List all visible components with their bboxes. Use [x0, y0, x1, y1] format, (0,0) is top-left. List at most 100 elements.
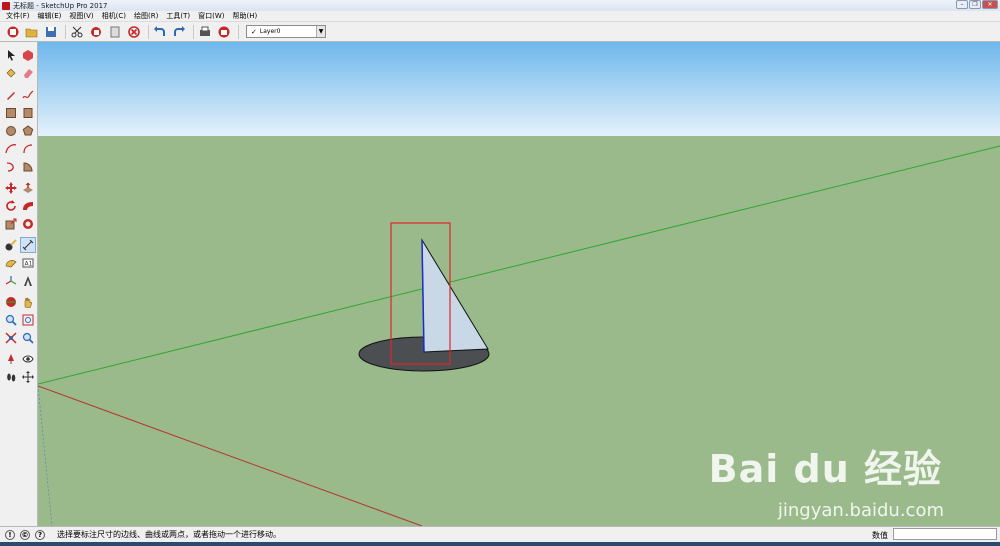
help-icon[interactable]: ? — [35, 529, 45, 540]
text-tool[interactable]: A1 — [20, 255, 36, 271]
close-button[interactable]: ✕ — [982, 0, 998, 9]
menu-draw[interactable]: 绘图(R) — [130, 11, 162, 21]
minimize-button[interactable]: – — [956, 0, 968, 9]
erase-button[interactable] — [126, 24, 142, 40]
polygon-tool[interactable] — [20, 123, 36, 139]
dimension-tool[interactable] — [20, 237, 36, 253]
pan-tool[interactable] — [20, 294, 36, 310]
status-bar: ! © ? 选择要标注尺寸的边线、曲线或两点，或者拖动一个进行移动。 数值 — [0, 526, 1000, 542]
previous-view-tool[interactable] — [20, 330, 36, 346]
pie-icon — [23, 162, 33, 172]
measurements-input[interactable] — [893, 528, 997, 540]
save-icon — [46, 26, 56, 37]
measurements-label: 数值 — [872, 531, 888, 540]
restore-button[interactable]: ❐ — [969, 0, 981, 9]
toolbar-separator — [148, 24, 149, 39]
orbit-tool[interactable] — [3, 294, 19, 310]
two-point-arc-icon — [23, 144, 33, 154]
layer-value: Layer0 — [259, 28, 281, 35]
new-model-button[interactable] — [5, 24, 21, 40]
paste-button[interactable] — [107, 24, 123, 40]
rotated-rectangle-tool[interactable] — [20, 105, 36, 121]
zoom-extents-tool[interactable] — [3, 330, 19, 346]
offset-tool[interactable] — [20, 216, 36, 232]
tools-toolbar: A1 — [0, 42, 38, 526]
layer-check-icon: ✓ — [251, 27, 257, 36]
window-title: 无标题 - SketchUp Pro 2017 — [13, 1, 108, 10]
3d-text-icon — [24, 276, 32, 286]
3d-text-tool[interactable] — [20, 273, 36, 289]
walk-tool[interactable] — [3, 369, 19, 385]
open-folder-icon — [25, 28, 38, 37]
model-info-icon — [218, 26, 230, 37]
menu-tools[interactable]: 工具(T) — [162, 11, 194, 21]
menu-help[interactable]: 帮助(H) — [228, 11, 261, 21]
follow-me-tool[interactable] — [20, 198, 36, 214]
rectangle-tool[interactable] — [3, 105, 19, 121]
credits-icon[interactable]: © — [20, 529, 30, 540]
text-icon: A1 — [22, 258, 34, 268]
pie-tool[interactable] — [20, 159, 36, 175]
freehand-tool[interactable] — [20, 87, 36, 103]
geo-location-icon[interactable]: ! — [5, 529, 15, 540]
select-tool[interactable] — [3, 47, 19, 63]
section-plane-tool[interactable] — [20, 369, 36, 385]
open-button[interactable] — [24, 24, 40, 40]
push-pull-tool[interactable] — [20, 180, 36, 196]
rotate-tool[interactable] — [3, 198, 19, 214]
menu-file[interactable]: 文件(F) — [2, 11, 34, 21]
zoom-window-tool[interactable] — [20, 312, 36, 328]
main-toolbar: ✓ Layer0 ▼ — [0, 22, 1000, 42]
push-pull-icon — [23, 182, 33, 193]
pencil-icon — [7, 92, 15, 100]
svg-text:A1: A1 — [25, 261, 33, 268]
status-hint: 选择要标注尺寸的边线、曲线或两点，或者拖动一个进行移动。 — [57, 530, 281, 539]
layer-dropdown[interactable]: ✓ Layer0 ▼ — [246, 25, 326, 38]
three-point-arc-tool[interactable] — [3, 159, 19, 175]
eraser-tool[interactable] — [20, 65, 36, 81]
toolbar-separator — [193, 24, 194, 39]
position-camera-tool[interactable] — [3, 351, 19, 367]
protractor-tool[interactable] — [3, 255, 19, 271]
cut-button[interactable] — [69, 24, 85, 40]
undo-icon — [154, 25, 165, 36]
scale-tool[interactable] — [3, 216, 19, 232]
menu-camera[interactable]: 相机(C) — [98, 11, 130, 21]
title-bar: 无标题 - SketchUp Pro 2017 – ❐ ✕ — [0, 0, 1000, 11]
copy-button[interactable] — [88, 24, 104, 40]
toolbar-separator — [238, 24, 239, 39]
modeling-viewport[interactable]: Bai du 经验 jingyan.baidu.com — [38, 42, 1000, 526]
print-button[interactable] — [197, 24, 213, 40]
undo-button[interactable] — [152, 24, 168, 40]
section-plane-icon — [22, 371, 34, 383]
pan-hand-icon — [24, 297, 33, 308]
model-info-button[interactable] — [216, 24, 232, 40]
make-component-tool[interactable] — [20, 47, 36, 63]
menu-window[interactable]: 窗口(W) — [194, 11, 228, 21]
position-camera-icon — [8, 354, 14, 364]
rotate-icon — [6, 200, 16, 211]
axes-tool[interactable] — [3, 273, 19, 289]
line-tool[interactable] — [3, 87, 19, 103]
paint-bucket-tool[interactable] — [3, 65, 19, 81]
redo-button[interactable] — [171, 24, 187, 40]
menu-view[interactable]: 视图(V) — [65, 11, 97, 21]
tape-measure-tool[interactable] — [3, 237, 19, 253]
dimension-icon — [22, 239, 34, 251]
chevron-down-icon[interactable]: ▼ — [316, 26, 325, 37]
tape-measure-icon — [5, 239, 17, 251]
offset-icon — [23, 219, 33, 229]
save-button[interactable] — [43, 24, 59, 40]
zoom-icon — [5, 314, 17, 326]
zoom-extents-icon — [5, 332, 17, 344]
circle-tool[interactable] — [3, 123, 19, 139]
move-icon — [5, 182, 17, 194]
zoom-tool[interactable] — [3, 312, 19, 328]
arc-tool[interactable] — [3, 141, 19, 157]
look-around-tool[interactable] — [20, 351, 36, 367]
move-tool[interactable] — [3, 180, 19, 196]
menu-edit[interactable]: 编辑(E) — [34, 11, 66, 21]
arrow-cursor-icon — [8, 50, 15, 61]
two-point-arc-tool[interactable] — [20, 141, 36, 157]
paint-bucket-icon — [6, 68, 16, 78]
